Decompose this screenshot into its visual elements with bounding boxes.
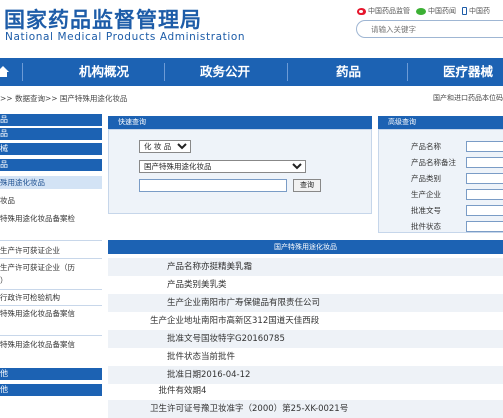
detail-value: 当前批件 <box>201 352 236 362</box>
sidebar-item[interactable]: 特殊用途化妆品备案检 <box>0 212 102 225</box>
top-links: 中国药品监管 中国药闻 中国药 <box>357 6 490 16</box>
detail-value: 南阳市高新区312国道天佳西段 <box>201 316 320 326</box>
detail-key: 批件有效期 <box>158 386 201 396</box>
product-name-input[interactable] <box>466 141 503 152</box>
category-select[interactable]: 化 妆 品 <box>139 140 191 153</box>
sidebar-divider <box>0 289 102 290</box>
main-nav: 机构概况 政务公开 药品 医疗器械 <box>0 58 503 86</box>
top-link-label: 中国药 <box>469 7 490 15</box>
detail-row: 批件有效期 4 <box>108 382 503 400</box>
nav-divider <box>287 63 288 81</box>
quick-search-title: 快速查询 <box>108 116 372 129</box>
detail-row: 批准文号 国妆特字G20160785 <box>108 330 503 348</box>
detail-row: 产品名称 亦挺精美乳霜 <box>108 258 503 276</box>
detail-value: 美乳类 <box>201 280 227 290</box>
weibo-icon <box>357 7 366 15</box>
advanced-search-panel: 产品名称 产品名称备注 产品类别 生产企业 批准文号 批件状态 <box>378 129 503 233</box>
home-icon[interactable] <box>0 66 9 77</box>
detail-row: 生产企业地址 南阳市高新区312国道天佳西段 <box>108 312 503 330</box>
detail-value: 4 <box>201 386 207 396</box>
nav-item-devices[interactable]: 医疗器械 <box>443 58 493 86</box>
sidebar-item[interactable]: 特殊用途化妆品备案信 <box>0 307 102 320</box>
sidebar-divider <box>0 258 102 259</box>
detail-key: 生产企业地址 <box>149 316 201 326</box>
detail-key: 产品名称 <box>166 262 201 272</box>
sidebar: 品 品 械 品 殊用途化妆品 妆品 特殊用途化妆品备案检 生产许可获证企业 生产… <box>0 112 102 418</box>
detail-key: 卫生许可证号 <box>149 404 201 414</box>
detail-key: 产品类别 <box>166 280 201 290</box>
sidebar-item[interactable]: ） <box>0 274 102 287</box>
field-label-approval-number: 批准文号 <box>411 206 441 215</box>
detail-row: 卫生许可证号 豫卫妆准字（2000）第25-XK-0021号 <box>108 400 503 418</box>
sidebar-item-domestic-special-cosmetics[interactable]: 殊用途化妆品 <box>0 176 102 189</box>
sidebar-category[interactable]: 品 <box>0 128 102 140</box>
sidebar-category[interactable]: 他 <box>0 368 102 380</box>
detail-title: 国产特殊用途化妆品 <box>108 240 503 254</box>
field-label-product-category: 产品类别 <box>411 174 441 183</box>
product-name-note-input[interactable] <box>466 157 503 168</box>
field-label-product-name-note: 产品名称备注 <box>411 158 456 167</box>
nav-item-about[interactable]: 机构概况 <box>79 58 129 86</box>
detail-value: 南阳市广寿保健品有限责任公司 <box>201 298 321 308</box>
advanced-search-title: 高级查询 <box>378 116 503 129</box>
site-search <box>356 20 503 38</box>
detail-value: 亦挺精美乳霜 <box>201 262 253 272</box>
nav-item-drugs[interactable]: 药品 <box>336 58 361 86</box>
sidebar-divider <box>0 305 102 306</box>
sidebar-category[interactable]: 品 <box>0 114 102 126</box>
sidebar-item[interactable]: 生产许可获证企业 <box>0 244 102 257</box>
site-header: 国家药品监督管理局 National Medical Products Admi… <box>0 0 503 58</box>
manufacturer-input[interactable] <box>466 189 503 200</box>
subcategory-select[interactable]: 国产特殊用途化妆品 <box>139 160 306 173</box>
quick-search-panel: 化 妆 品 国产特殊用途化妆品 查询 <box>108 129 372 214</box>
query-input[interactable] <box>139 179 287 192</box>
detail-value: 豫卫妆准字（2000）第25-XK-0021号 <box>201 404 349 414</box>
nav-item-gov-affairs[interactable]: 政务公开 <box>200 58 250 86</box>
sidebar-item[interactable]: 生产许可获证企业（历 <box>0 261 102 274</box>
field-label-manufacturer: 生产企业 <box>411 190 441 199</box>
detail-value: 国妆特字G20160785 <box>201 334 285 344</box>
wechat-icon <box>416 7 426 15</box>
detail-row: 产品类别 美乳类 <box>108 276 503 294</box>
field-label-license-status: 批件状态 <box>411 222 441 231</box>
site-title-cn[interactable]: 国家药品监督管理局 <box>4 4 202 34</box>
site-title-en[interactable]: National Medical Products Administration <box>5 31 245 43</box>
search-input[interactable] <box>357 21 503 37</box>
detail-key: 生产企业 <box>166 298 201 308</box>
sidebar-category[interactable]: 他 <box>0 384 102 396</box>
nav-divider <box>164 63 165 81</box>
field-label-product-name: 产品名称 <box>411 142 441 151</box>
query-button[interactable]: 查询 <box>293 179 321 192</box>
approval-number-input[interactable] <box>466 205 503 216</box>
top-link-mobile[interactable]: 中国药 <box>462 6 490 16</box>
top-link-wechat[interactable]: 中国药闻 <box>416 6 456 16</box>
product-category-input[interactable] <box>466 173 503 184</box>
detail-row: 批件状态 当前批件 <box>108 348 503 366</box>
sidebar-divider <box>0 335 102 336</box>
detail-key: 批件状态 <box>166 352 201 362</box>
mobile-icon <box>462 7 467 15</box>
nav-divider <box>22 63 23 81</box>
top-link-weibo[interactable]: 中国药品监管 <box>357 6 410 16</box>
top-link-label: 中国药闻 <box>428 7 456 15</box>
nav-divider <box>407 63 408 81</box>
drug-code-link[interactable]: 国产和进口药品本位码 <box>433 93 503 103</box>
sidebar-divider <box>0 240 102 241</box>
detail-row: 生产企业 南阳市广寿保健品有限责任公司 <box>108 294 503 312</box>
sidebar-item[interactable]: 妆品 <box>0 194 102 207</box>
sidebar-category[interactable]: 械 <box>0 143 102 155</box>
breadcrumb[interactable]: >> 数据查询>> 国产特殊用途化妆品 <box>0 93 127 104</box>
detail-key: 批准文号 <box>166 334 201 344</box>
top-link-label: 中国药品监管 <box>368 7 410 15</box>
sidebar-item[interactable]: 行政许可检验机构 <box>0 291 102 304</box>
sidebar-item[interactable]: 特殊用途化妆品备案信 <box>0 338 102 351</box>
license-status-input[interactable] <box>466 221 503 232</box>
sidebar-category[interactable]: 品 <box>0 159 102 171</box>
